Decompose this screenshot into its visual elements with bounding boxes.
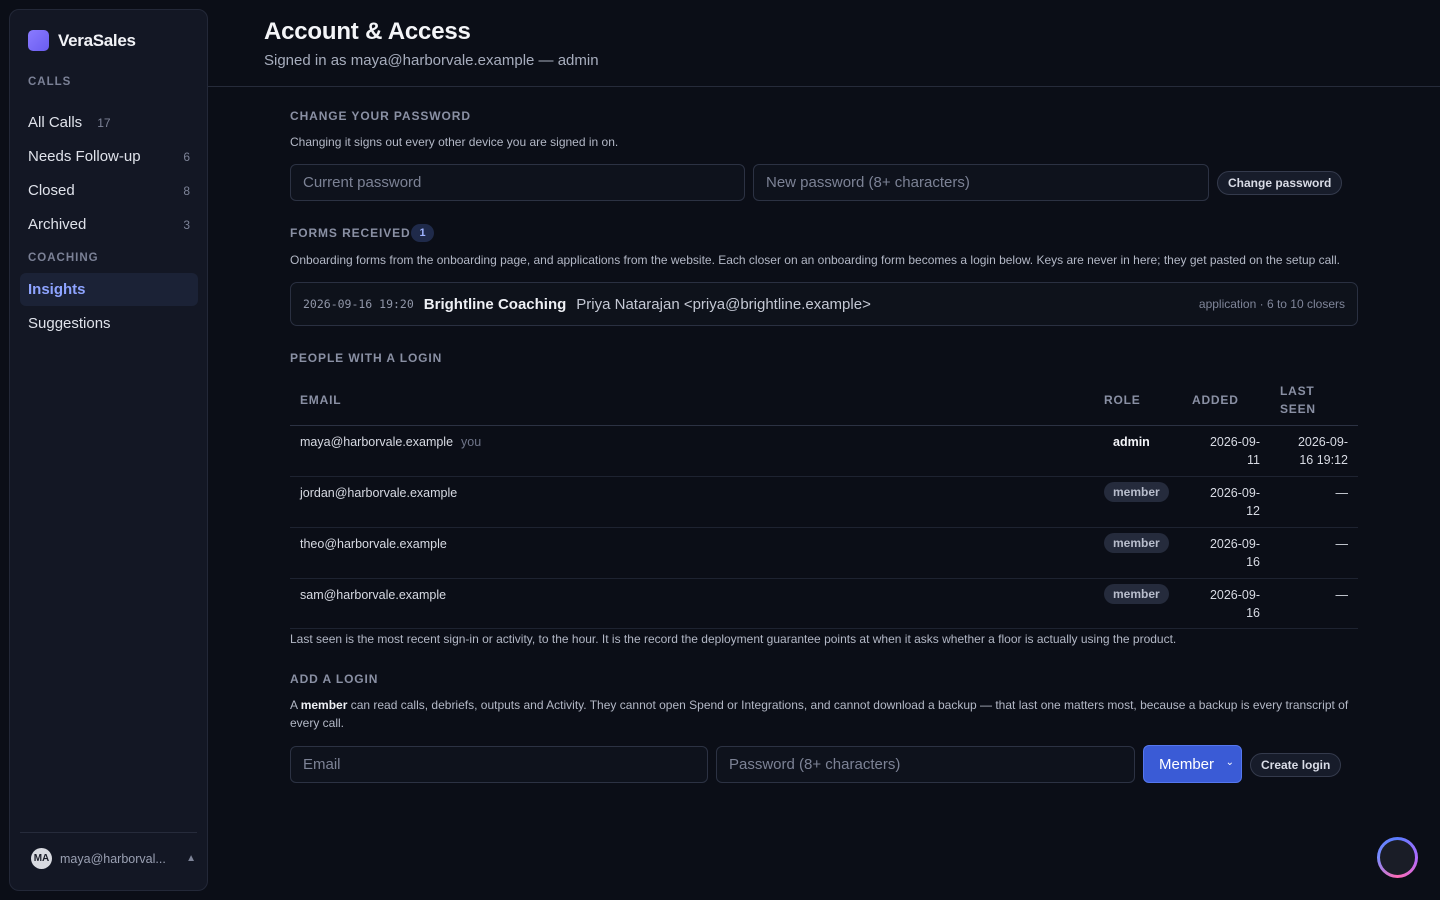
column-header-last-seen-line2: SEEN [1280, 402, 1316, 416]
row-added-line2: 16 [1246, 555, 1260, 569]
password-input[interactable] [716, 746, 1135, 783]
sidebar-item-label: Archived [28, 216, 87, 233]
role-member-badge: member [1104, 533, 1169, 553]
add-login-description: A member can read calls, debriefs, outpu… [290, 696, 1358, 732]
sidebar-item-label: Needs Follow-up [28, 148, 141, 165]
assistant-orb-inner [1380, 840, 1415, 875]
sidebar: VeraSales CALLS All Calls 17 Needs Follo… [9, 9, 208, 891]
form-timestamp: 2026-09-16 19:20 [303, 297, 414, 311]
row-email: theo@harborvale.example [300, 537, 447, 551]
sidebar-divider [20, 832, 197, 833]
sidebar-item-label: Closed [28, 182, 75, 199]
form-item[interactable]: 2026-09-16 19:20 Brightline Coaching Pri… [290, 282, 1358, 326]
row-seen-line2: 16 19:12 [1299, 453, 1348, 467]
forms-received-heading: FORMS RECEIVED [290, 226, 411, 240]
coaching-heading: COACHING [28, 252, 99, 264]
row-seen-line1: 2026-09- [1297, 435, 1348, 449]
page-subtitle: Signed in as maya@harborvale.example — a… [264, 52, 599, 69]
email-input[interactable] [290, 746, 708, 783]
row-added: 2026-09- 16 [1180, 535, 1260, 571]
form-company: Brightline Coaching [423, 295, 567, 313]
sidebar-item-suggestions[interactable]: Suggestions [20, 307, 198, 340]
sidebar-item-closed[interactable]: Closed 8 [20, 174, 198, 207]
create-login-button[interactable]: Create login [1250, 753, 1342, 777]
page-title: Account & Access [264, 18, 471, 45]
calls-heading: CALLS [28, 76, 72, 88]
table-row-email: maya@harborvale.example you [300, 433, 481, 451]
column-header-added: ADDED [1192, 393, 1239, 407]
column-header-last-seen-line1: LAST [1280, 384, 1315, 398]
desc-bold: member [300, 698, 348, 712]
row-added: 2026-09- 11 [1180, 433, 1260, 469]
people-heading: PEOPLE WITH A LOGIN [290, 351, 443, 365]
table-header-divider [290, 425, 1358, 426]
row-divider [290, 527, 1358, 528]
column-header-role: ROLE [1104, 393, 1141, 407]
row-last-seen: — [1335, 588, 1349, 602]
sidebar-item-count: 8 [183, 183, 190, 198]
user-email: maya@harborval... [60, 851, 166, 866]
role-member-badge: member [1104, 584, 1169, 604]
add-login-heading: ADD A LOGIN [290, 672, 379, 686]
row-last-seen: 2026-09- 16 19:12 [1268, 433, 1348, 469]
row-added-line1: 2026-09- [1209, 537, 1260, 551]
role-select[interactable]: Member ⌄ [1143, 745, 1242, 783]
sidebar-item-count: 3 [183, 217, 190, 232]
change-password-heading: CHANGE YOUR PASSWORD [290, 109, 471, 123]
row-added-line1: 2026-09- [1209, 435, 1260, 449]
role-member-badge: member [1104, 482, 1169, 502]
avatar: MA [31, 848, 52, 869]
row-divider [290, 578, 1358, 579]
sidebar-item-count: 6 [183, 149, 190, 164]
row-email: jordan@harborvale.example [300, 486, 458, 500]
brand[interactable]: VeraSales [28, 30, 136, 51]
desc-prefix: A [290, 698, 301, 712]
forms-description: Onboarding forms from the onboarding pag… [290, 253, 1340, 267]
forms-count-badge: 1 [411, 224, 434, 242]
chevron-up-icon: ▲ [186, 853, 196, 864]
row-added: 2026-09- 12 [1180, 484, 1260, 520]
sidebar-item-label: Suggestions [28, 315, 111, 332]
form-meta: application · 6 to 10 closers [1198, 297, 1345, 311]
you-tag: you [461, 435, 482, 449]
sidebar-item-insights[interactable]: Insights [20, 273, 198, 306]
assistant-orb-icon[interactable] [1377, 837, 1418, 878]
sidebar-item-count: 17 [97, 115, 111, 130]
form-contact: Priya Natarajan <priya@brightline.exampl… [576, 295, 871, 313]
change-password-description: Changing it signs out every other device… [290, 135, 619, 149]
row-email: sam@harborvale.example [300, 588, 447, 602]
row-added-line1: 2026-09- [1209, 486, 1260, 500]
role-admin: admin [1113, 435, 1150, 449]
brand-name: VeraSales [58, 30, 136, 50]
sidebar-item-label: Insights [28, 281, 86, 298]
current-password-input[interactable] [290, 164, 745, 201]
row-added-line1: 2026-09- [1209, 588, 1260, 602]
row-divider [290, 628, 1358, 629]
sidebar-item-archived[interactable]: Archived 3 [20, 208, 198, 241]
row-email: maya@harborvale.example [300, 435, 454, 449]
new-password-input[interactable] [753, 164, 1209, 201]
brand-logo-icon [28, 30, 49, 51]
column-header-last-seen: LAST SEEN [1280, 382, 1316, 418]
sidebar-item-label: All Calls [28, 114, 83, 131]
change-password-button[interactable]: Change password [1217, 171, 1343, 195]
row-last-seen: — [1335, 486, 1349, 500]
people-footnote: Last seen is the most recent sign-in or … [290, 632, 1177, 646]
row-added-line2: 12 [1246, 504, 1260, 518]
row-added: 2026-09- 16 [1180, 586, 1260, 622]
row-added-line2: 16 [1246, 606, 1260, 620]
role-select-value: Member [1159, 755, 1215, 773]
row-divider [290, 476, 1358, 477]
sidebar-item-all-calls[interactable]: All Calls 17 [20, 106, 198, 139]
sidebar-item-needs-follow-up[interactable]: Needs Follow-up 6 [20, 140, 198, 173]
row-added-line2: 11 [1247, 453, 1260, 467]
row-last-seen: — [1335, 537, 1349, 551]
page-header: Account & Access Signed in as maya@harbo… [208, 0, 1440, 87]
chevron-down-icon: ⌄ [1225, 757, 1234, 768]
desc-rest: can read calls, debriefs, outputs and Ac… [290, 698, 1349, 730]
column-header-email: EMAIL [300, 393, 342, 407]
user-menu[interactable]: MA maya@harborval... ▲ [31, 848, 196, 869]
